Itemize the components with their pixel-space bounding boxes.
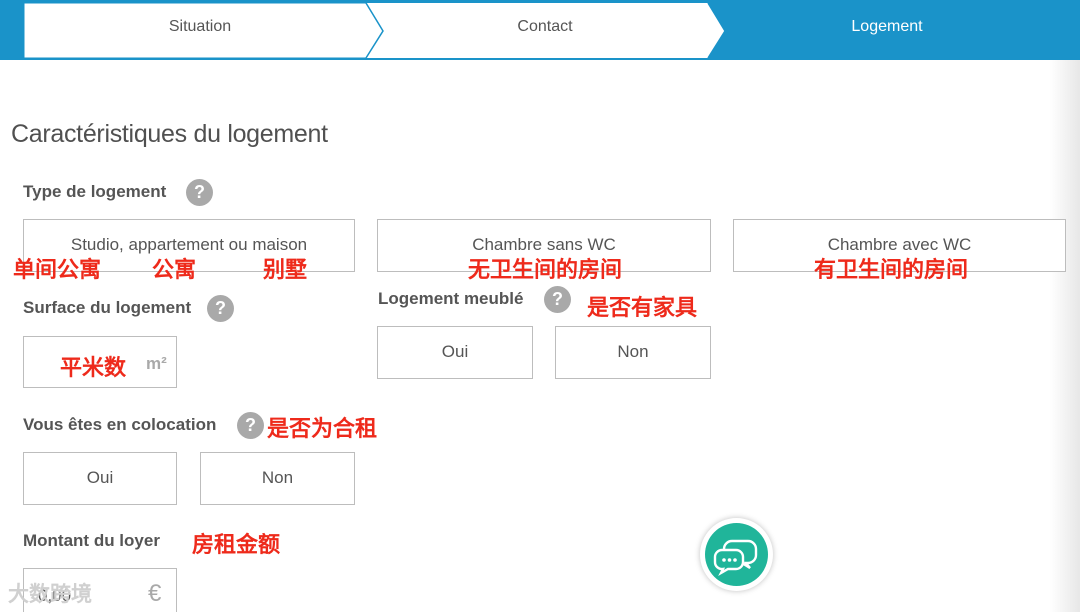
annotation-colocation: 是否为合租: [267, 417, 378, 442]
annotation-chambre-sans-wc: 无卫生间的房间: [468, 258, 623, 283]
annotation-meuble: 是否有家具: [587, 296, 698, 321]
help-icon[interactable]: ?: [544, 286, 571, 313]
help-icon[interactable]: ?: [237, 412, 264, 439]
type-logement-label: Type de logement: [23, 182, 167, 201]
step-logement[interactable]: Logement: [712, 0, 1062, 58]
step-contact[interactable]: Contact: [380, 0, 710, 58]
annotation-loyer: 房租金额: [192, 533, 281, 558]
loyer-label: Montant du loyer: [23, 531, 160, 550]
annotation-maison: 别墅: [263, 258, 308, 283]
section-title: Caractéristiques du logement: [11, 120, 328, 148]
colocation-non-button[interactable]: Non: [200, 452, 355, 505]
meuble-label: Logement meublé: [378, 289, 524, 308]
step-situation[interactable]: Situation: [24, 0, 376, 58]
help-icon[interactable]: ?: [186, 179, 213, 206]
euro-icon: €: [148, 580, 162, 607]
watermark: 大数跨境: [8, 582, 92, 606]
annotation-chambre-avec-wc: 有卫生间的房间: [814, 258, 969, 283]
colocation-label: Vous êtes en colocation: [23, 415, 217, 434]
annotation-surface: 平米数: [60, 356, 127, 381]
chat-button[interactable]: [700, 518, 773, 591]
meuble-non-button[interactable]: Non: [555, 326, 711, 379]
annotation-appartement: 公寓: [152, 258, 197, 283]
annotation-studio: 单间公寓: [13, 258, 102, 283]
meuble-oui-button[interactable]: Oui: [377, 326, 533, 379]
stepper: Situation Contact Logement: [0, 0, 1080, 60]
help-icon[interactable]: ?: [207, 295, 234, 322]
surface-label: Surface du logement: [23, 298, 192, 317]
colocation-oui-button[interactable]: Oui: [23, 452, 177, 505]
surface-unit: m²: [146, 354, 167, 373]
scroll-shade: [1050, 60, 1080, 612]
chat-bubbles-icon: [705, 523, 768, 586]
